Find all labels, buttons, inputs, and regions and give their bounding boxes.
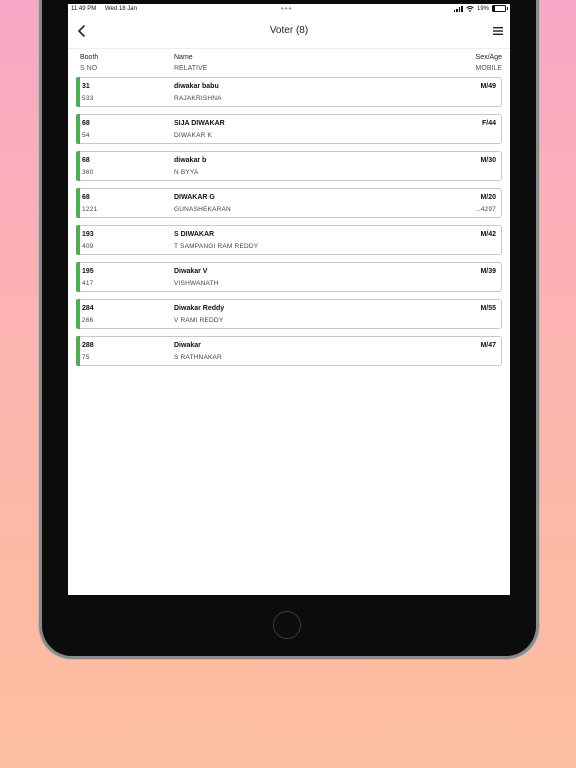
card-accent-bar: [76, 299, 80, 329]
header-relative: RELATIVE: [174, 65, 208, 72]
battery-icon: [492, 5, 508, 12]
voter-card[interactable]: 193 409 S DIWAKAR T SAMPANGI RAM REDDY M…: [76, 225, 502, 255]
booth-number: 31: [82, 83, 90, 90]
sex-age: M/49: [480, 83, 496, 90]
voter-name: Diwakar: [174, 342, 201, 349]
voter-name: diwakar babu: [174, 83, 219, 90]
booth-number: 195: [82, 268, 94, 275]
sex-age: M/47: [480, 342, 496, 349]
serial-number: 266: [82, 317, 94, 324]
header-booth: Booth: [80, 54, 99, 61]
sex-age: M/55: [480, 305, 496, 312]
booth-number: 68: [82, 157, 90, 164]
voter-card[interactable]: 68 360 diwakar b N BYYA M/30: [76, 151, 502, 181]
booth-number: 284: [82, 305, 94, 312]
voter-card[interactable]: 31 533 diwakar babu RAJAKRISHNA M/49: [76, 77, 502, 107]
header-sno: S NO: [80, 65, 98, 72]
relative-name: DIWAKAR K: [174, 132, 213, 139]
relative-name: VISHWANATH: [174, 280, 219, 287]
voter-card[interactable]: 284 266 Diwakar Reddy V RAMI REDDY M/55: [76, 299, 502, 329]
serial-number: 417: [82, 280, 94, 287]
relative-name: N BYYA: [174, 169, 199, 176]
sex-age: M/42: [480, 231, 496, 238]
app-screen: 11:49 PM Wed 18 Jan ••• 19% Voter (8) Bo…: [68, 4, 510, 595]
voter-name: diwakar b: [174, 157, 207, 164]
voter-name: Diwakar V: [174, 268, 208, 275]
status-time: 11:49 PM: [71, 6, 97, 12]
card-accent-bar: [76, 151, 80, 181]
sex-age: M/39: [480, 268, 496, 275]
relative-name: GUNASHEKARAN: [174, 206, 231, 213]
sex-age: F/44: [481, 120, 496, 127]
serial-number: 54: [82, 132, 90, 139]
header-sex-age: Sex/Age: [475, 54, 502, 61]
booth-number: 68: [82, 120, 90, 127]
page-title: Voter (8): [269, 25, 309, 36]
battery-percent: 19%: [476, 5, 489, 12]
voter-name: DIWAKAR G: [174, 194, 215, 201]
card-accent-bar: [76, 77, 80, 107]
sex-age: M/30: [480, 157, 496, 164]
voter-card[interactable]: 68 1221 DIWAKAR G GUNASHEKARAN M/20 ..42…: [76, 188, 502, 218]
voter-name: Diwakar Reddy: [174, 305, 225, 312]
mobile-number: ..4297: [476, 206, 496, 213]
home-button[interactable]: [273, 611, 301, 639]
voter-card[interactable]: 288 75 Diwakar S RATHNAKAR M/47: [76, 336, 502, 366]
voter-name: S DIWAKAR: [174, 231, 215, 238]
card-accent-bar: [76, 188, 80, 218]
multitasking-dots-icon[interactable]: •••: [281, 4, 292, 13]
serial-number: 1221: [82, 206, 98, 213]
sex-age: M/20: [480, 194, 496, 201]
status-indicators: 19%: [453, 5, 508, 12]
header-name: Name: [174, 54, 193, 61]
booth-number: 288: [82, 342, 94, 349]
serial-number: 409: [82, 243, 94, 250]
serial-number: 533: [82, 95, 94, 102]
serial-number: 75: [82, 354, 90, 361]
hamburger-menu-icon[interactable]: [492, 26, 504, 36]
column-header: Booth S NO Name RELATIVE Sex/Age MOBILE: [68, 52, 510, 76]
serial-number: 360: [82, 169, 94, 176]
wifi-icon: [466, 5, 474, 12]
header-mobile: MOBILE: [475, 65, 502, 72]
status-bar: 11:49 PM Wed 18 Jan ••• 19%: [68, 4, 510, 16]
booth-number: 68: [82, 194, 90, 201]
voter-name: SIJA DIWAKAR: [174, 120, 225, 127]
battery-fill: [493, 6, 496, 11]
booth-number: 193: [82, 231, 94, 238]
card-accent-bar: [76, 336, 80, 366]
relative-name: V RAMI REDDY: [174, 317, 224, 324]
relative-name: RAJAKRISHNA: [174, 95, 222, 102]
relative-name: T SAMPANGI RAM REDDY: [174, 243, 259, 250]
relative-name: S RATHNAKAR: [174, 354, 222, 361]
cellular-signal-icon: [453, 5, 463, 12]
card-accent-bar: [76, 262, 80, 292]
card-accent-bar: [76, 114, 80, 144]
card-accent-bar: [76, 225, 80, 255]
voter-card[interactable]: 195 417 Diwakar V VISHWANATH M/39: [76, 262, 502, 292]
status-date: Wed 18 Jan: [105, 6, 137, 12]
voter-card[interactable]: 68 54 SIJA DIWAKAR DIWAKAR K F/44: [76, 114, 502, 144]
voter-list: 31 533 diwakar babu RAJAKRISHNA M/49 68 …: [76, 77, 502, 373]
navigation-bar: Voter (8): [68, 16, 510, 49]
